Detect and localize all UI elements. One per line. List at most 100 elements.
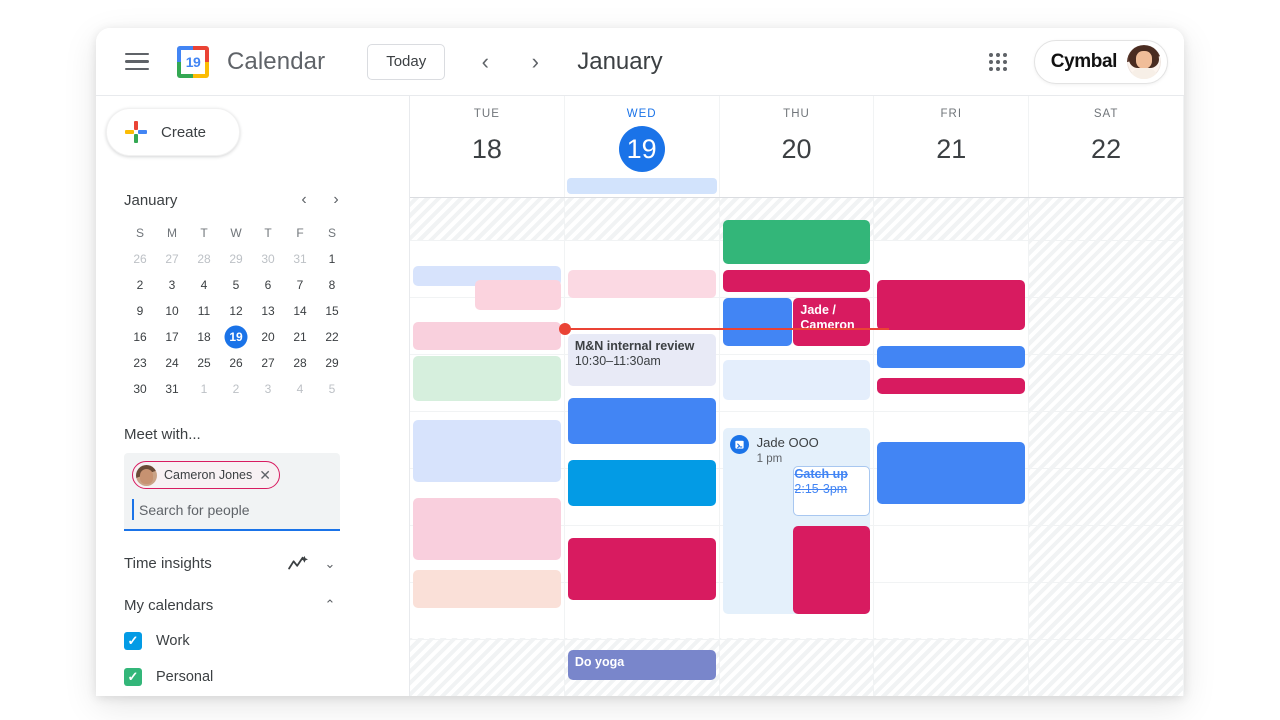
mini-calendar-day[interactable]: 7 xyxy=(284,274,316,296)
mini-calendar-next-icon[interactable]: › xyxy=(324,188,348,212)
mini-calendar-day[interactable]: 18 xyxy=(188,326,220,348)
event-block[interactable] xyxy=(877,280,1026,330)
main-menu-icon[interactable] xyxy=(125,52,149,71)
day-number-label[interactable]: 22 xyxy=(1083,126,1129,172)
mini-calendar-day[interactable]: 2 xyxy=(124,274,156,296)
mini-calendar-day[interactable]: 27 xyxy=(252,352,284,374)
event-block[interactable] xyxy=(413,570,561,608)
event-block[interactable] xyxy=(567,538,716,600)
mini-calendar-day[interactable]: 28 xyxy=(188,248,220,270)
event-block[interactable] xyxy=(877,442,1026,504)
mini-calendar-day[interactable]: 31 xyxy=(156,378,188,400)
all-day-cell-tue[interactable] xyxy=(410,176,565,197)
mini-calendar-day[interactable]: 3 xyxy=(156,274,188,296)
my-calendars-row[interactable]: My calendars ⌃ xyxy=(124,597,340,614)
event-block[interactable] xyxy=(474,280,561,310)
search-people-input[interactable]: Search for people xyxy=(132,491,332,529)
create-button[interactable]: Create xyxy=(106,108,240,156)
today-button[interactable]: Today xyxy=(367,43,446,80)
checkbox-personal[interactable]: ✓ xyxy=(124,667,142,686)
event-block[interactable] xyxy=(567,398,716,444)
day-column-fri[interactable] xyxy=(874,198,1030,696)
mini-calendar-day[interactable]: 19 xyxy=(220,326,252,348)
next-period-icon[interactable]: › xyxy=(517,44,553,80)
event-block[interactable] xyxy=(722,360,871,400)
event-block[interactable] xyxy=(722,220,871,264)
previous-period-icon[interactable]: ‹ xyxy=(467,44,503,80)
mini-calendar-day[interactable]: 21 xyxy=(284,326,316,348)
day-number-label[interactable]: 21 xyxy=(928,126,974,172)
mini-calendar-day[interactable]: 20 xyxy=(252,326,284,348)
mini-calendar-day[interactable]: 1 xyxy=(316,248,348,270)
day-header-thu[interactable]: THU 20 xyxy=(720,96,875,176)
mini-calendar-day[interactable]: 15 xyxy=(316,300,348,322)
mini-calendar-day[interactable]: 26 xyxy=(220,352,252,374)
mini-calendar-day[interactable]: 13 xyxy=(252,300,284,322)
close-icon[interactable]: ✕ xyxy=(259,468,271,482)
mini-calendar-day[interactable]: 29 xyxy=(316,352,348,374)
mini-calendar-day[interactable]: 29 xyxy=(220,248,252,270)
event-m-n-internal-review[interactable]: M&N internal review 10:30–11:30am xyxy=(567,334,716,386)
event-jade-cameron[interactable]: Jade / Cameron xyxy=(793,298,871,346)
event-block[interactable] xyxy=(413,356,561,401)
mini-calendar-day[interactable]: 2 xyxy=(220,378,252,400)
all-day-cell-sat[interactable] xyxy=(1029,176,1184,197)
mini-calendar-day[interactable]: 25 xyxy=(188,352,220,374)
account-switcher[interactable]: Cymbal xyxy=(1033,39,1168,84)
mini-calendar-day[interactable]: 27 xyxy=(156,248,188,270)
event-block[interactable] xyxy=(793,526,871,614)
all-day-cell-fri[interactable] xyxy=(874,176,1030,197)
mini-calendar-day[interactable]: 5 xyxy=(220,274,252,296)
mini-calendar-day[interactable]: 3 xyxy=(252,378,284,400)
event-block[interactable] xyxy=(877,346,1026,368)
mini-calendar-day[interactable]: 9 xyxy=(124,300,156,322)
day-header-wed[interactable]: WED 19 xyxy=(565,96,720,176)
all-day-event[interactable] xyxy=(566,178,717,194)
event-block[interactable] xyxy=(722,298,792,346)
meet-with-box[interactable]: Cameron Jones ✕ Search for people xyxy=(124,453,340,531)
chevron-down-icon[interactable]: ⌄ xyxy=(320,556,340,572)
mini-calendar-day[interactable]: 23 xyxy=(124,352,156,374)
mini-calendar-day[interactable]: 10 xyxy=(156,300,188,322)
mini-calendar-day[interactable]: 26 xyxy=(124,248,156,270)
day-number-label[interactable]: 20 xyxy=(773,126,819,172)
mini-calendar-day[interactable]: 24 xyxy=(156,352,188,374)
event-block[interactable] xyxy=(413,498,561,560)
day-header-tue[interactable]: TUE 18 xyxy=(410,96,565,176)
mini-calendar-day[interactable]: 11 xyxy=(188,300,220,322)
day-column-wed[interactable]: M&N internal review 10:30–11:30am Do yoga xyxy=(558,198,889,696)
day-number-label[interactable]: 19 xyxy=(618,126,665,172)
mini-calendar-day[interactable]: 16 xyxy=(124,326,156,348)
mini-calendar-day[interactable]: 4 xyxy=(188,274,220,296)
day-header-sat[interactable]: SAT 22 xyxy=(1029,96,1184,176)
time-insights-row[interactable]: Time insights ⌄ xyxy=(124,555,340,573)
mini-calendar-day[interactable]: 28 xyxy=(284,352,316,374)
day-number-label[interactable]: 18 xyxy=(464,126,510,172)
chevron-up-icon[interactable]: ⌃ xyxy=(320,597,340,613)
mini-calendar-day[interactable]: 30 xyxy=(252,248,284,270)
mini-calendar-day[interactable]: 31 xyxy=(284,248,316,270)
event-block[interactable] xyxy=(722,270,871,292)
mini-calendar-day[interactable]: 5 xyxy=(316,378,348,400)
apps-grid-icon[interactable] xyxy=(980,44,1016,80)
mini-calendar-day[interactable]: 17 xyxy=(156,326,188,348)
mini-calendar-day[interactable]: 1 xyxy=(188,378,220,400)
all-day-cell-wed[interactable] xyxy=(565,176,720,197)
mini-calendar-day[interactable]: 8 xyxy=(316,274,348,296)
calendar-list-item-personal[interactable]: ✓ Personal xyxy=(124,667,409,686)
checkbox-work[interactable]: ✓ xyxy=(124,631,142,650)
event-catch-up[interactable]: Catch up 2:15-3pm xyxy=(793,466,871,516)
day-column-sat[interactable] xyxy=(1029,198,1184,696)
event-block[interactable] xyxy=(877,378,1026,394)
event-block[interactable] xyxy=(567,460,716,506)
mini-calendar-day[interactable]: 4 xyxy=(284,378,316,400)
mini-calendar-day[interactable]: 6 xyxy=(252,274,284,296)
event-block[interactable] xyxy=(413,420,561,482)
person-chip-cameron-jones[interactable]: Cameron Jones ✕ xyxy=(132,461,280,489)
mini-calendar-day[interactable]: 12 xyxy=(220,300,252,322)
mini-calendar-prev-icon[interactable]: ‹ xyxy=(292,188,316,212)
all-day-cell-thu[interactable] xyxy=(720,176,875,197)
mini-calendar-day[interactable]: 22 xyxy=(316,326,348,348)
event-do-yoga[interactable]: Do yoga xyxy=(567,650,716,680)
mini-calendar-day[interactable]: 14 xyxy=(284,300,316,322)
